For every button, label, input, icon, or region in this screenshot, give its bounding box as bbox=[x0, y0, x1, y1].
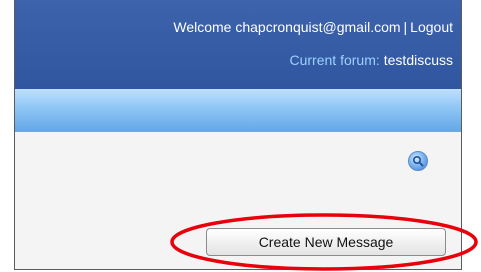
welcome-line: Welcome chapcronquist@gmail.com | Logout bbox=[173, 19, 453, 35]
create-new-message-button[interactable]: Create New Message bbox=[206, 228, 446, 256]
current-forum-label: Current forum: bbox=[289, 52, 380, 68]
welcome-text: Welcome chapcronquist@gmail.com bbox=[173, 19, 401, 35]
header-bar: Welcome chapcronquist@gmail.com | Logout C… bbox=[15, 0, 461, 89]
forum-panel: Welcome chapcronquist@gmail.com | Logout C… bbox=[14, 0, 462, 270]
search-button[interactable] bbox=[408, 151, 428, 171]
separator: | bbox=[403, 19, 408, 35]
logout-link[interactable]: Logout bbox=[410, 19, 453, 35]
current-forum-line: Current forum: testdiscuss bbox=[290, 52, 454, 68]
search-icon bbox=[412, 155, 424, 167]
current-forum-name[interactable]: testdiscuss bbox=[384, 52, 453, 68]
toolbar-band bbox=[15, 89, 461, 132]
